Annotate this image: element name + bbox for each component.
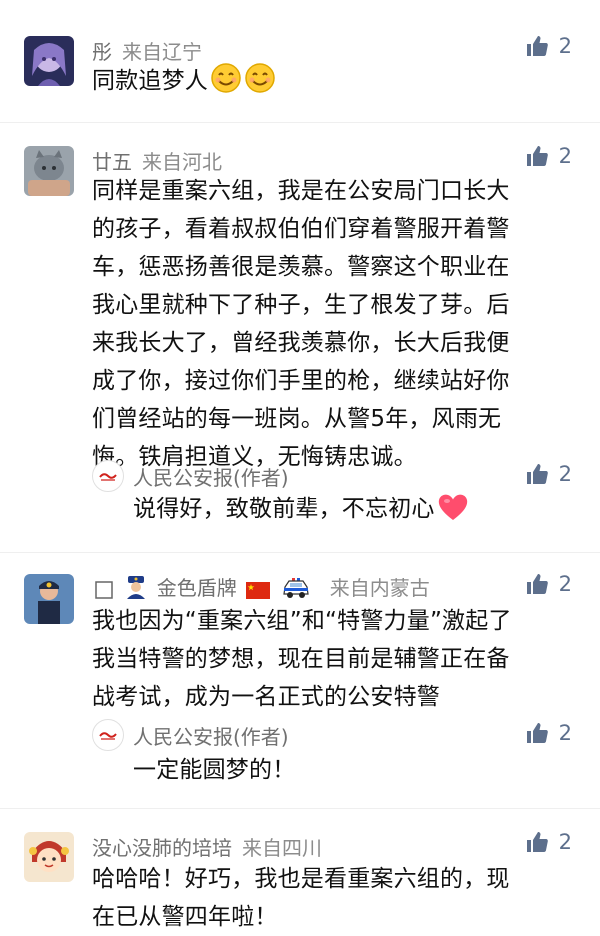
checkbox-icon: [95, 580, 113, 604]
reply-header: 人民公安报(作者): [133, 721, 289, 750]
thumbs-up-icon: [526, 146, 548, 166]
divider: [0, 808, 600, 809]
reply-text: 一定能圆梦的！: [133, 757, 296, 783]
author-name[interactable]: 人民公安报(作者): [133, 725, 289, 749]
avatar[interactable]: [24, 36, 74, 86]
china-flag-icon: [246, 580, 271, 604]
police-officer-icon: [125, 575, 147, 604]
username[interactable]: 没心没肺的培培: [92, 836, 232, 860]
username[interactable]: 廿五: [92, 150, 132, 174]
like-button[interactable]: 2: [525, 572, 572, 596]
avatar[interactable]: [24, 832, 74, 882]
like-button[interactable]: 2: [525, 830, 572, 854]
comment-header: 金色盾牌 来自内蒙古: [92, 572, 430, 604]
red-heart-icon: [437, 492, 469, 534]
like-count: 2: [558, 462, 572, 486]
avatar[interactable]: [24, 146, 74, 196]
author-avatar[interactable]: [92, 719, 124, 751]
location-label: 来自内蒙古: [329, 576, 430, 600]
comment-text: 我也因为“重案六组”和“特警力量”激起了 我当特警的梦想，现在目前是辅警正在备 …: [92, 608, 512, 710]
username[interactable]: 金色盾牌: [157, 576, 237, 600]
like-count: 2: [558, 572, 572, 596]
like-button[interactable]: 2: [525, 721, 572, 745]
comment-header: 没心没肺的培培 来自四川: [92, 832, 322, 861]
thumbs-up-icon: [526, 36, 548, 56]
reply-header: 人民公安报(作者): [133, 462, 289, 491]
like-count: 2: [558, 721, 572, 745]
like-count: 2: [558, 830, 572, 854]
avatar[interactable]: [24, 574, 74, 624]
author-avatar[interactable]: [92, 460, 124, 492]
like-button[interactable]: 2: [525, 144, 572, 168]
smiling-face-icon: [210, 62, 242, 106]
police-car-icon: [282, 577, 310, 604]
like-count: 2: [558, 34, 572, 58]
like-button[interactable]: 2: [525, 462, 572, 486]
comment-text: 同款追梦人: [92, 62, 570, 106]
divider: [0, 122, 600, 123]
like-count: 2: [558, 144, 572, 168]
thumbs-up-icon: [526, 832, 548, 852]
comment-text: 哈哈哈！好巧，我也是看重案六组的，现 在已从警四年啦！: [92, 866, 510, 930]
divider: [0, 552, 600, 553]
like-button[interactable]: 2: [525, 34, 572, 58]
comment-header: 彤来自辽宁: [92, 36, 202, 65]
location-label: 来自辽宁: [122, 40, 202, 64]
thumbs-up-icon: [526, 723, 548, 743]
thumbs-up-icon: [526, 574, 548, 594]
smiling-face-icon: [244, 62, 276, 106]
username[interactable]: 彤: [92, 40, 112, 64]
comment-text: 同样是重案六组，我是在公安局门口长大 的孩子，看着叔叔伯伯们穿着警服开着警 车，…: [92, 178, 510, 470]
reply-text: 说得好，致敬前辈，不忘初心: [133, 490, 563, 534]
location-label: 来自四川: [242, 836, 322, 860]
author-name[interactable]: 人民公安报(作者): [133, 466, 289, 490]
location-label: 来自河北: [142, 150, 222, 174]
thumbs-up-icon: [526, 464, 548, 484]
comment-header: 廿五 来自河北: [92, 146, 222, 175]
